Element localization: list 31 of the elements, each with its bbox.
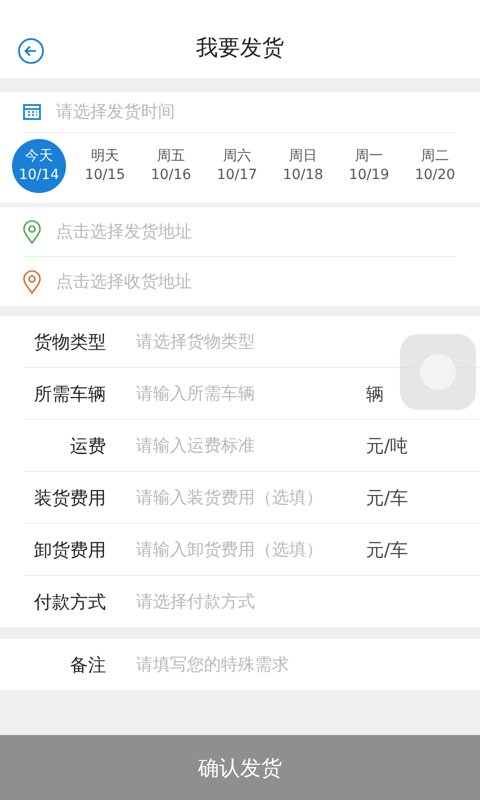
date-tab[interactable]: 周二 10/20 [408,139,462,193]
ship-time-field[interactable]: 请选择发货时间 [56,102,286,122]
date-tab[interactable]: 周一 10/19 [342,139,396,193]
unit-label: 元/车 [366,538,408,562]
address-field[interactable]: 点击选择发货地址 [56,222,286,242]
field-label: 所需车辆 [33,382,106,406]
input-field[interactable]: 请输入所需车辆 [136,384,366,404]
remark-field[interactable]: 请填写您的特殊需求 [136,654,366,674]
field-label: 卸货费用 [33,538,106,562]
date-tab[interactable]: 周五 10/16 [144,139,198,193]
back-button[interactable] [17,37,45,65]
date-tab[interactable]: 明天 10/15 [78,139,132,193]
unit-label: 元/车 [366,486,408,510]
input-field[interactable]: 请选择货物类型 [136,332,366,352]
field-label: 运费 [69,434,106,458]
date-tab[interactable]: 周六 10/17 [210,139,264,193]
unit-label: 元/吨 [366,434,408,458]
field-label: 付款方式 [33,590,106,614]
input-field[interactable]: 请输入装货费用（选填） [136,488,366,508]
field-label: 货物类型 [33,330,106,354]
date-tab[interactable]: 今天 10/14 [12,139,66,193]
field-label: 备注 [69,654,106,676]
calendar-icon [22,103,42,121]
page-title: 我要发货 [196,35,284,63]
input-field[interactable]: 请输入卸货费用（选填） [136,540,366,560]
field-label: 装货费用 [33,486,106,510]
date-tab[interactable]: 周日 10/18 [276,139,330,193]
input-field[interactable]: 请输入运费标准 [136,436,366,456]
address-field[interactable]: 点击选择收货地址 [56,272,286,292]
input-field[interactable]: 请选择付款方式 [136,592,366,612]
unit-label: 辆 [366,382,384,406]
